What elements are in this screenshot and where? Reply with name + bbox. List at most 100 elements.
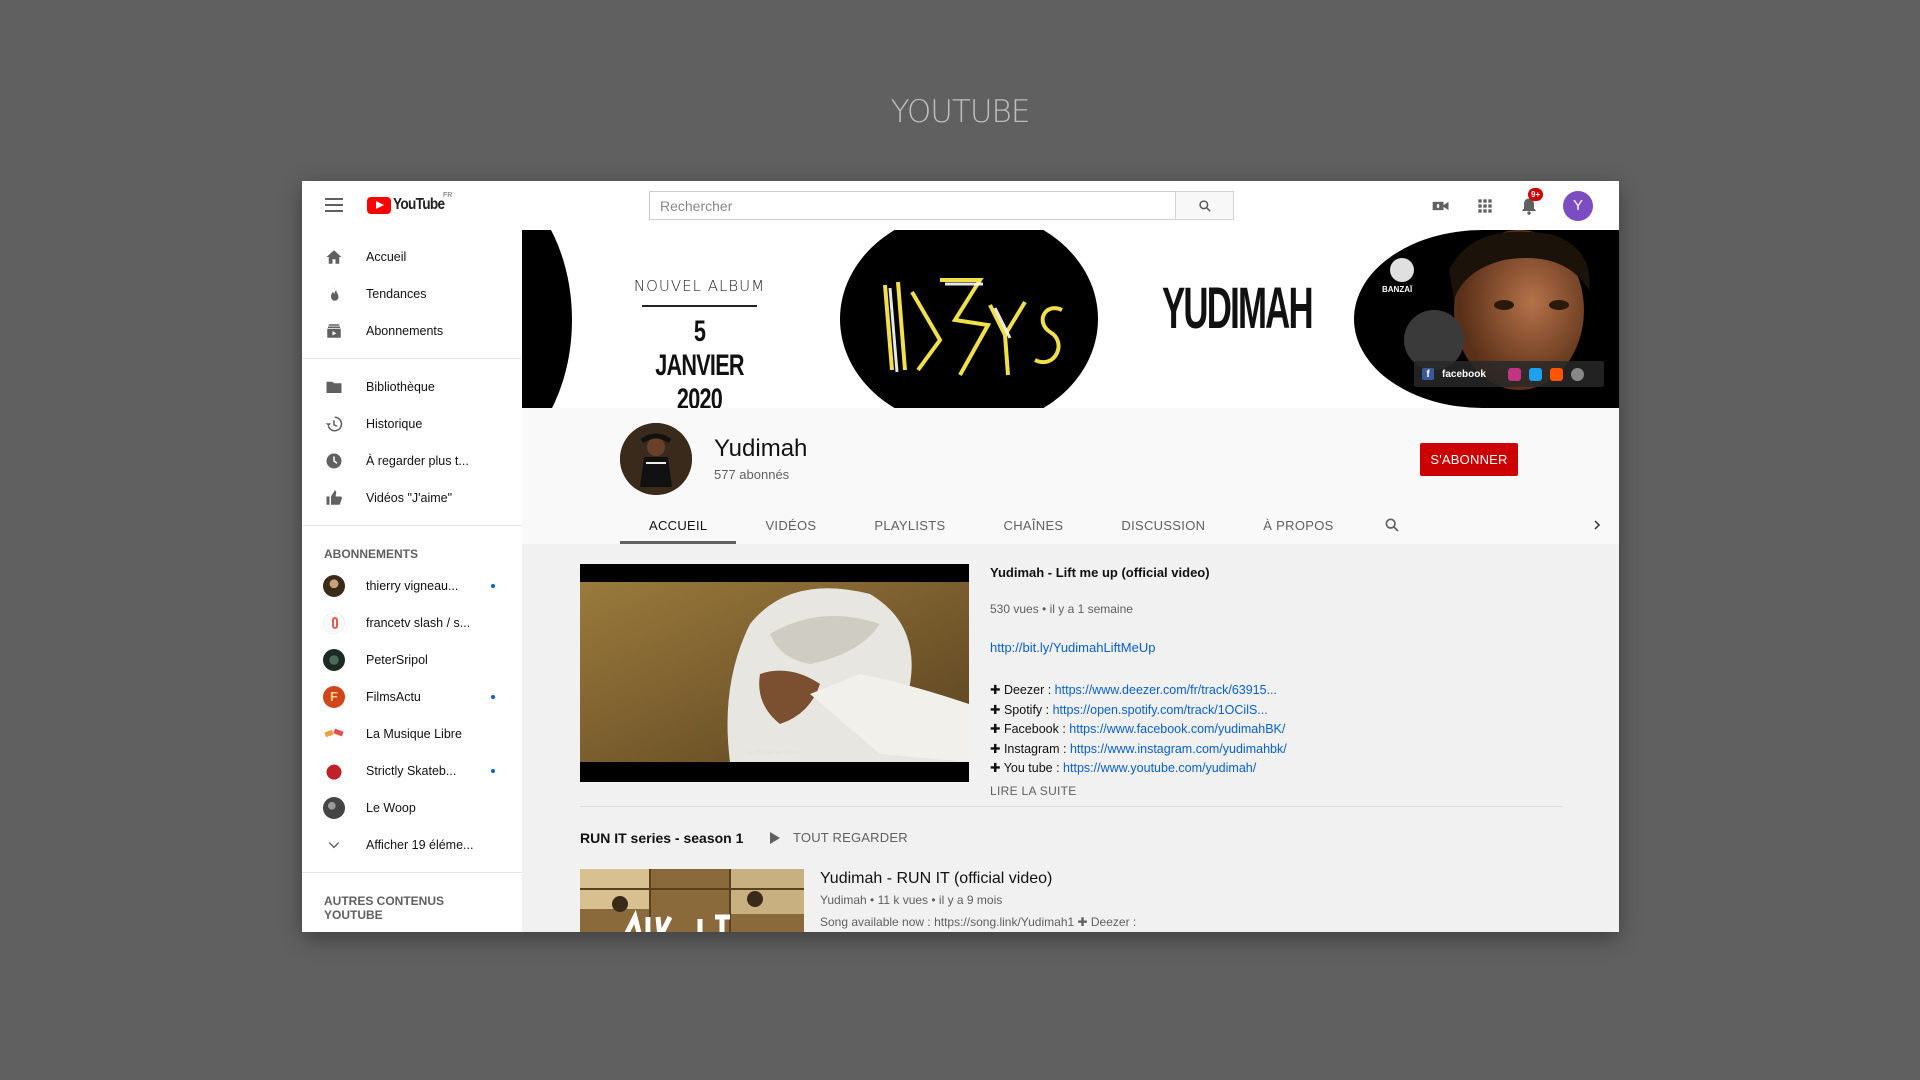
tabs-next-button[interactable] [1591, 518, 1603, 536]
section-divider [580, 806, 1563, 807]
spotify-link[interactable]: https://open.spotify.com/track/1OCilS... [1053, 703, 1268, 717]
subscription-item[interactable]: PeterSripol [302, 641, 522, 678]
shelf-title[interactable]: RUN IT series - season 1 [580, 830, 743, 846]
website-icon [1570, 367, 1584, 381]
page-caption: YOUTUBE [890, 94, 1031, 130]
apps-button[interactable] [1475, 196, 1495, 216]
sidebar-item-trending[interactable]: Tendances [302, 275, 522, 312]
home-icon [322, 245, 346, 269]
menu-icon[interactable] [325, 198, 343, 212]
instagram-icon [1507, 367, 1521, 381]
subscription-label: Le Woop [366, 800, 416, 815]
sidebar-item-history[interactable]: Historique [302, 405, 522, 442]
subscriptions-heading: ABONNEMENTS [324, 547, 419, 561]
subscriptions-icon [322, 319, 346, 343]
search-input[interactable] [649, 191, 1175, 220]
banner-artist-name: YUDIMAH [1162, 276, 1314, 341]
subscription-item[interactable]: francetv slash / s... [302, 604, 522, 641]
subscription-item[interactable]: Strictly Skateb... [302, 752, 522, 789]
sidebar-item-label: À regarder plus t... [366, 453, 469, 468]
channel-avatar[interactable] [620, 423, 692, 495]
folder-icon [322, 375, 346, 399]
sidebar-item-label: Tendances [366, 286, 427, 301]
tab-discussion[interactable]: DISCUSSION [1092, 506, 1234, 544]
read-more-button[interactable]: LIRE LA SUITE [990, 784, 1410, 798]
channel-header: Yudimah 577 abonnés S'ABONNER ACCUEIL VI… [522, 408, 1619, 544]
subscription-label: FilmsActu [366, 689, 421, 704]
notification-badge: 9+ [1528, 187, 1544, 201]
notifications-button[interactable]: 9+ [1519, 187, 1544, 216]
sidebar-item-label: Afficher 19 éléme... [366, 837, 474, 852]
history-icon [322, 412, 346, 436]
flame-icon [322, 282, 346, 306]
create-video-button[interactable] [1431, 196, 1451, 216]
country-code: FR [443, 192, 453, 199]
sidebar-item-home[interactable]: Accueil [302, 238, 522, 275]
channel-avatar [322, 796, 346, 820]
description-label: ✚ You tube : [990, 761, 1064, 775]
youtube-window: YouTube FR 9+ Y Accueil [302, 181, 1619, 932]
subscription-item[interactable]: La Musique Libre [302, 715, 522, 752]
banner-arc [522, 230, 572, 408]
featured-video-thumbnail[interactable]: Là, essaie de mieux... [580, 564, 969, 782]
sidebar-item-label: Historique [366, 416, 423, 431]
sidebar-item-watch-later[interactable]: À regarder plus t... [302, 442, 522, 479]
facebook-icon: f [1422, 368, 1434, 380]
sidebar-divider [302, 358, 522, 359]
tab-about[interactable]: À PROPOS [1234, 506, 1362, 544]
banner-album-info: NOUVEL ALBUM 5 JANVIER 2020 [627, 277, 772, 408]
subscription-label: thierry vigneau... [366, 578, 459, 593]
description-label: ✚ Deezer : [990, 683, 1055, 697]
search-button[interactable] [1175, 191, 1234, 220]
chevron-down-icon [322, 833, 346, 857]
play-all-button[interactable]: TOUT REGARDER [770, 830, 908, 845]
clock-icon [322, 449, 346, 473]
header-actions: 9+ Y [1431, 181, 1619, 230]
sidebar-item-liked-videos[interactable]: Vidéos "J'aime" [302, 479, 522, 516]
play-all-label: TOUT REGARDER [793, 830, 908, 845]
banner-social-bar: f facebook [1414, 361, 1604, 387]
channel-avatar: F [322, 685, 346, 709]
shelf-video-frame [580, 869, 804, 932]
tab-home[interactable]: ACCUEIL [620, 506, 737, 544]
play-icon [770, 831, 780, 844]
description-label: ✚ Instagram : [990, 741, 1070, 756]
banner-album-date: 5 JANVIER 2020 [655, 315, 744, 408]
subscription-item[interactable]: thierry vigneau... [302, 567, 522, 604]
facebook-link[interactable]: https://www.facebook.com/yudimahBK/ [1069, 722, 1285, 736]
sidebar-item-subscriptions[interactable]: Abonnements [302, 312, 522, 349]
channel-avatar [322, 759, 346, 783]
deezer-link[interactable]: https://www.deezer.com/fr/track/63915... [1055, 683, 1277, 697]
subscription-item[interactable]: F FilmsActu [302, 678, 522, 715]
soundcloud-icon [1549, 367, 1563, 381]
subscribe-button[interactable]: S'ABONNER [1420, 443, 1518, 476]
tab-videos[interactable]: VIDÉOS [736, 506, 845, 544]
tab-playlists[interactable]: PLAYLISTS [845, 506, 974, 544]
featured-video-frame: Là, essaie de mieux... [580, 582, 969, 762]
channel-name: Yudimah [714, 435, 808, 462]
tab-channels[interactable]: CHAÎNES [975, 506, 1093, 544]
featured-video-description: ✚ Deezer : https://www.deezer.com/fr/tra… [990, 681, 1410, 779]
subscription-item[interactable]: Le Woop [302, 789, 522, 826]
channel-search-button[interactable] [1381, 506, 1403, 544]
instagram-link[interactable]: https://www.instagram.com/yudimahbk/ [1070, 742, 1287, 756]
youtube-logo[interactable]: YouTube FR [367, 192, 453, 214]
channel-avatar [322, 611, 346, 635]
channel-avatar [322, 574, 346, 598]
channel-tabs: ACCUEIL VIDÉOS PLAYLISTS CHAÎNES DISCUSS… [620, 506, 1403, 544]
thumbs-up-icon [322, 486, 346, 510]
sidebar-divider [302, 525, 522, 526]
shelf-video-description: Song available now : https://song.link/Y… [820, 915, 1137, 929]
featured-video-title[interactable]: Yudimah - Lift me up (official video) [990, 565, 1410, 580]
featured-video-info: Yudimah - Lift me up (official video) 53… [990, 565, 1410, 798]
logo-text: YouTube [393, 196, 445, 213]
youtube-link[interactable]: https://www.youtube.com/yudimah/ [1063, 761, 1256, 775]
sidebar-item-library[interactable]: Bibliothèque [302, 368, 522, 405]
featured-video-link[interactable]: http://bit.ly/YudimahLiftMeUp [990, 640, 1410, 655]
show-more-subscriptions[interactable]: Afficher 19 éléme... [302, 826, 522, 863]
account-avatar[interactable]: Y [1563, 190, 1593, 221]
shelf-video-title[interactable]: Yudimah - RUN IT (official video) [820, 870, 1320, 888]
shelf-video-thumbnail[interactable] [580, 869, 804, 932]
other-content-heading: AUTRES CONTENUS YOUTUBE [324, 894, 445, 922]
facebook-label: facebook [1442, 368, 1486, 380]
